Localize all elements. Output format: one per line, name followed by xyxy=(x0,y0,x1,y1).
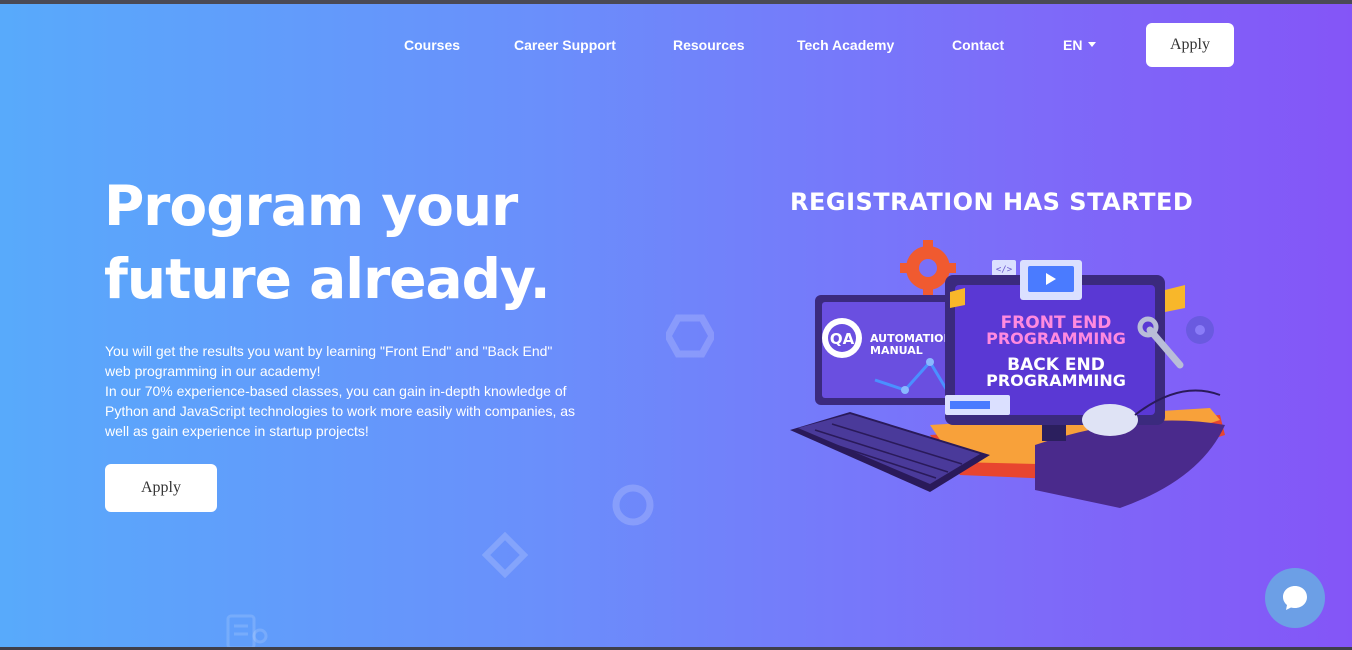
computer-illustration: </> QA AUTOMATION MANUAL FRONT END PROGR… xyxy=(790,240,1225,508)
gear-blue-icon xyxy=(1186,316,1214,344)
hero-description: You will get the results you want by lea… xyxy=(105,341,575,441)
nav-apply-button[interactable]: Apply xyxy=(1146,23,1234,67)
landing-page: Courses Career Support Resources Tech Ac… xyxy=(0,0,1352,650)
progress-card-fill xyxy=(950,401,990,409)
chat-bubble-icon xyxy=(1283,586,1307,610)
right-screen-line-2: PROGRAMMING xyxy=(986,329,1126,348)
hero-title-line-2: future already. xyxy=(104,247,551,311)
right-screen-line-4: PROGRAMMING xyxy=(986,371,1126,390)
registration-title: REGISTRATION HAS STARTED xyxy=(790,188,1194,216)
hexagon-decoration-icon xyxy=(666,314,714,358)
hero-description-line-1: You will get the results you want by lea… xyxy=(105,343,553,379)
hero-description-line-2: In our 70% experience-based classes, you… xyxy=(105,383,576,439)
svg-text:</>: </> xyxy=(996,265,1013,275)
language-label: EN xyxy=(1063,37,1083,53)
browser-top-border xyxy=(0,0,1352,4)
main-navigation: Courses Career Support Resources Tech Ac… xyxy=(0,23,1352,67)
language-selector[interactable]: EN xyxy=(1063,37,1097,53)
ring-decoration-icon xyxy=(612,484,654,526)
hero-title: Program your future already. xyxy=(104,170,624,316)
nav-item-career-support[interactable]: Career Support xyxy=(514,37,616,53)
qa-line-2: MANUAL xyxy=(870,344,923,357)
qa-badge: QA xyxy=(830,330,855,348)
diamond-decoration-icon xyxy=(482,532,528,578)
chevron-down-icon xyxy=(1088,41,1097,47)
flag-right xyxy=(1165,285,1185,312)
nav-item-courses[interactable]: Courses xyxy=(404,37,460,53)
nav-item-tech-academy[interactable]: Tech Academy xyxy=(797,37,894,53)
nav-item-resources[interactable]: Resources xyxy=(673,37,745,53)
clipboard-decoration-icon xyxy=(226,614,268,650)
chat-button[interactable] xyxy=(1265,568,1325,628)
hero-apply-button[interactable]: Apply xyxy=(105,464,217,512)
hero-title-line-1: Program your xyxy=(104,174,518,238)
code-tag-icon: </> xyxy=(992,260,1016,276)
nav-item-contact[interactable]: Contact xyxy=(952,37,1004,53)
